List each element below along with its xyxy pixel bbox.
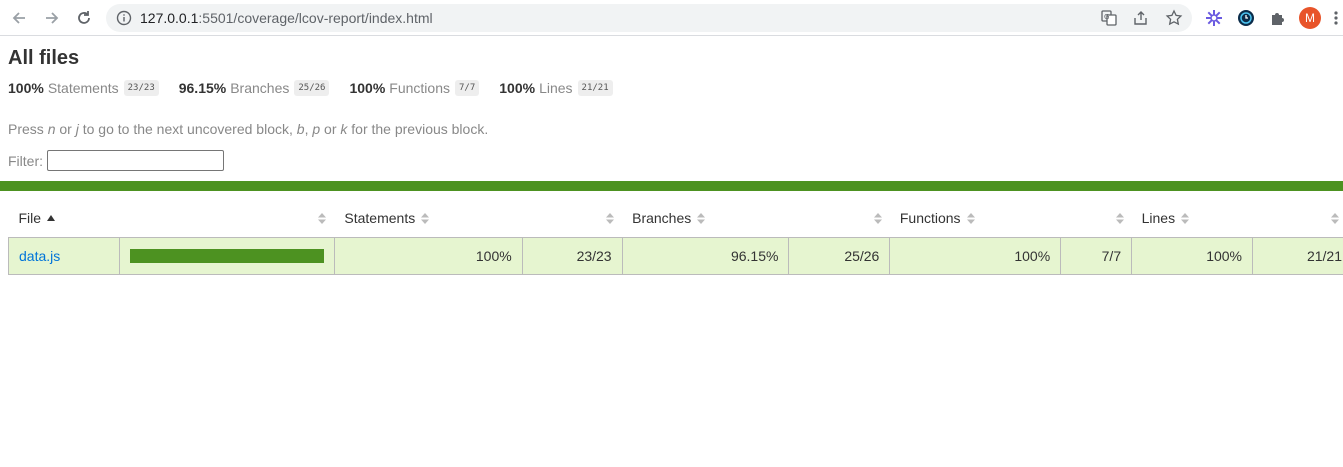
summary-branches: 96.15% Branches 25/26 [179,80,330,96]
summary-pct: 100% [349,80,386,96]
summary-fraction: 21/21 [577,80,613,96]
coverage-bar [129,248,324,263]
statements-fraction-cell: 23/23 [521,236,623,275]
back-arrow-icon[interactable] [7,6,31,30]
hint-text: Press [8,121,48,137]
sort-asc-icon [47,215,56,222]
summary-label: Functions [389,80,450,96]
file-link[interactable]: data.js [19,248,60,264]
profile-avatar[interactable]: M [1299,7,1321,29]
filter-input[interactable] [47,150,224,171]
svg-text:G: G [1104,13,1109,21]
hint-text: or [55,121,76,137]
hint-text: or [320,121,341,137]
lines-fraction-cell: 21/21 [1252,236,1343,275]
filter-row: Filter: [8,150,224,171]
sort-icon [966,212,975,224]
browser-toolbar: 127.0.0.1:5501/coverage/lcov-report/inde… [0,0,1343,36]
address-bar[interactable]: 127.0.0.1:5501/coverage/lcov-report/inde… [106,4,1192,32]
summary-label: Statements [47,80,119,96]
coverage-bar-fill [129,248,324,263]
header-label: Lines [1141,210,1176,227]
column-header-lines[interactable]: Lines [1132,200,1343,237]
summary-pct: 96.15% [178,80,227,96]
sort-icon [1181,212,1190,224]
branches-pct-cell: 96.15% [621,236,790,275]
sort-icon [318,213,327,224]
table-row: data.js 100% 23/23 96.15% 25/26 100% 7/7… [8,236,1343,275]
coverage-status-bar [0,181,1343,191]
sort-icon [697,212,706,224]
url-host: 127.0.0.1 [140,10,199,26]
hint-key: p [312,121,321,137]
statements-pct-cell: 100% [333,236,523,275]
star-icon[interactable] [1165,9,1183,27]
summary-lines: 100% Lines 21/21 [499,80,613,96]
hint-key: b [296,121,305,137]
forward-arrow-icon[interactable] [40,6,64,30]
sort-icon [606,213,615,224]
coverage-bar-cell [118,236,335,275]
sort-icon [1330,213,1339,224]
table-header-row: File Statements Branches Functions Lines [9,200,1343,237]
column-header-branches[interactable]: Branches [622,200,890,237]
reload-icon[interactable] [72,6,96,30]
column-header-file[interactable]: File [9,200,120,237]
url-text[interactable]: 127.0.0.1:5501/coverage/lcov-report/inde… [140,10,433,26]
filter-label: Filter: [8,152,43,169]
extension-flower-icon[interactable] [1203,7,1225,29]
summary-fraction: 23/23 [123,80,159,96]
column-header-functions[interactable]: Functions [890,200,1132,237]
puzzle-icon[interactable] [1267,7,1289,29]
sort-icon [873,213,882,224]
page-title: All files [8,47,80,69]
extension-clock-icon[interactable] [1235,7,1257,29]
keyboard-hint: Press n or j to go to the next uncovered… [8,121,488,137]
column-header-bar[interactable] [119,200,334,237]
summary-statements: 100% Statements 23/23 [8,80,159,96]
summary-label: Lines [539,80,573,96]
header-label: Branches [632,210,692,227]
functions-pct-cell: 100% [889,236,1062,275]
functions-fraction-cell: 7/7 [1060,236,1133,275]
lines-pct-cell: 100% [1131,236,1253,275]
hint-text: for the previous block. [347,121,489,137]
menu-dots-icon[interactable] [1330,7,1342,29]
summary-fraction: 7/7 [454,80,480,96]
sort-icon [421,212,430,224]
avatar: M [1299,7,1321,29]
hint-text: to go to the next uncovered block, [78,121,297,137]
column-header-statements[interactable]: Statements [334,200,622,237]
summary-pct: 100% [499,80,536,96]
header-label: File [18,210,42,227]
info-icon[interactable] [116,10,132,31]
url-path: :5501/coverage/lcov-report/index.html [198,10,433,26]
coverage-summary: 100% Statements 23/23 96.15% Branches 25… [8,80,633,96]
summary-label: Branches [230,80,290,96]
translate-icon[interactable]: G [1100,9,1118,27]
header-label: Statements [344,210,416,227]
branches-fraction-cell: 25/26 [788,236,891,275]
summary-fraction: 25/26 [294,80,330,96]
summary-pct: 100% [8,80,44,96]
summary-functions: 100% Functions 7/7 [349,80,480,96]
share-icon[interactable] [1132,9,1150,27]
file-cell: data.js [8,236,120,275]
header-label: Functions [899,210,961,227]
sort-icon [1115,213,1124,224]
coverage-table: File Statements Branches Functions Lines… [8,200,1343,275]
